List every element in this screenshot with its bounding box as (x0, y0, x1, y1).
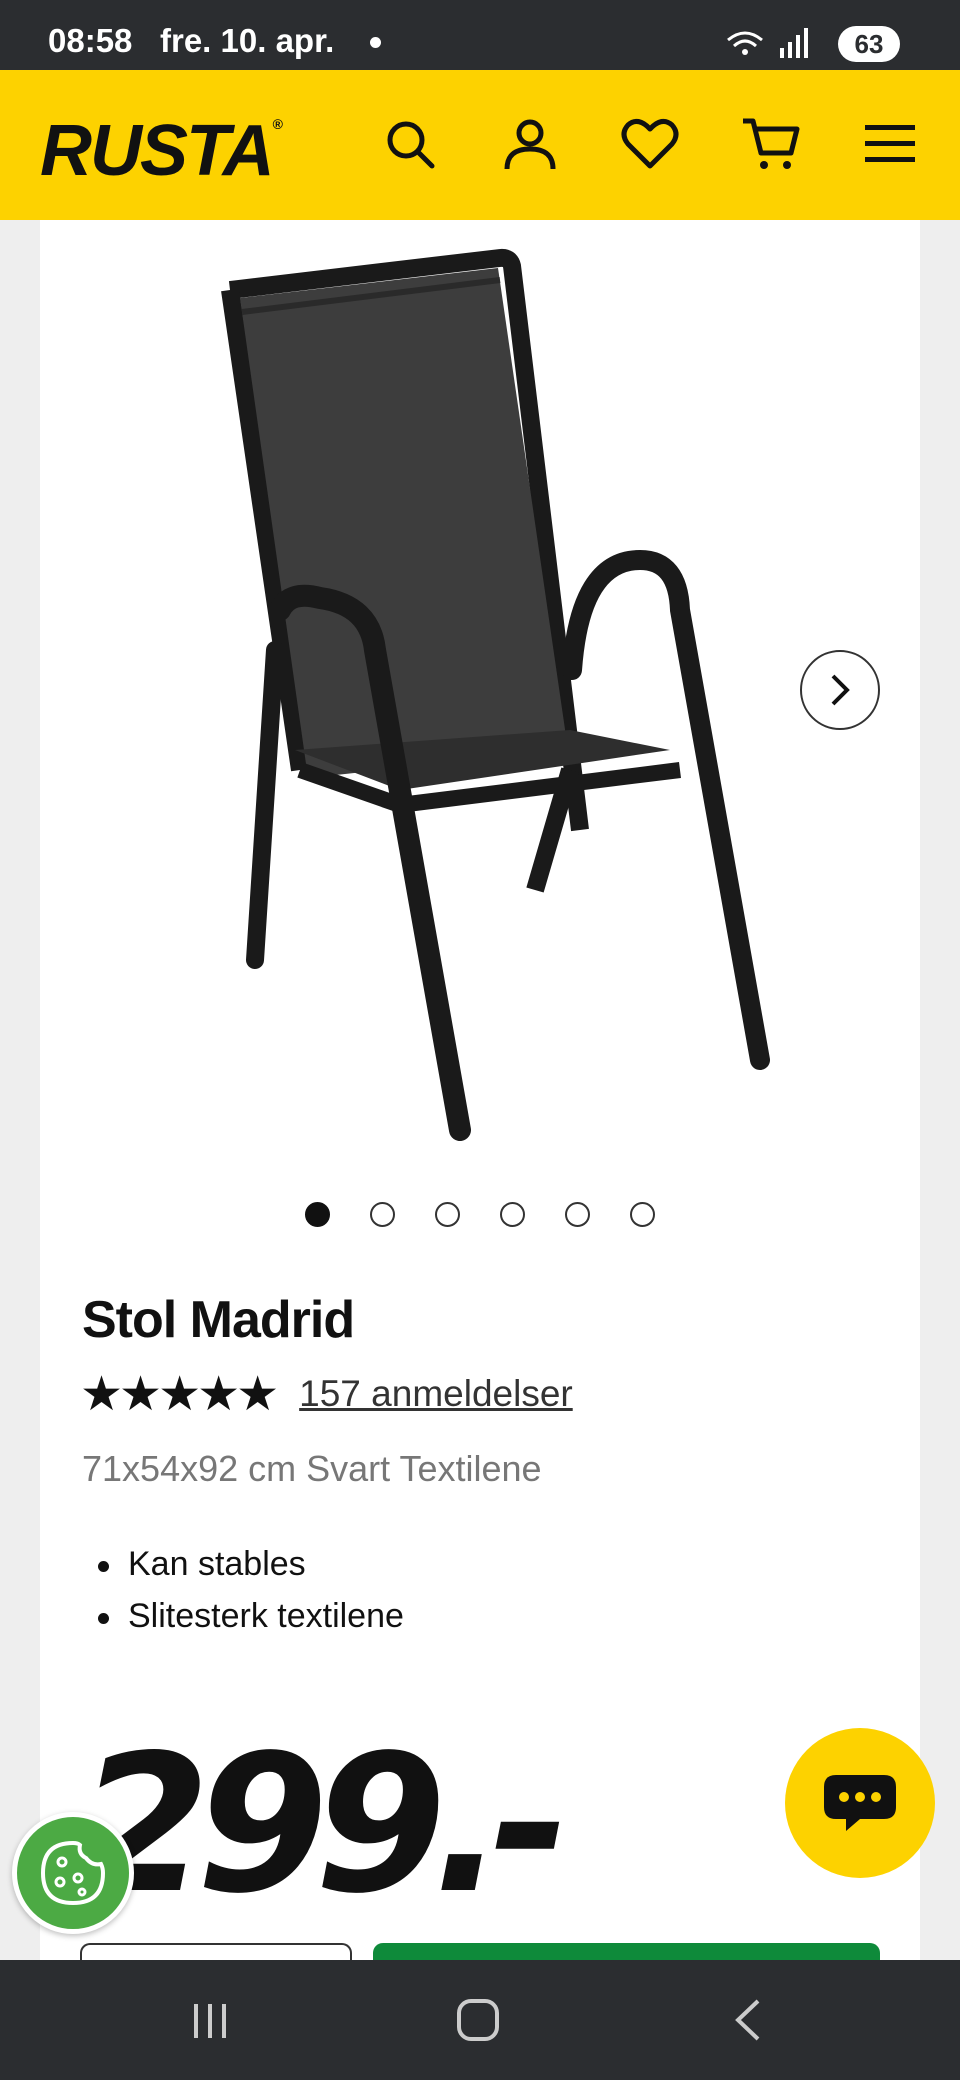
cookie-icon (40, 1840, 106, 1906)
product-subtitle: 71x54x92 cm Svart Textilene (82, 1448, 542, 1489)
chat-icon (824, 1775, 896, 1831)
feature-item: Slitesterk textilene (98, 1597, 404, 1649)
system-nav-bar (0, 1960, 960, 2080)
home-icon[interactable] (448, 1990, 508, 2050)
status-bar: 08:58 fre. 10. apr. 63 (0, 0, 960, 70)
gallery-dot[interactable] (370, 1202, 395, 1227)
gallery-dot[interactable] (565, 1202, 590, 1227)
product-price: 299.- (78, 1714, 570, 1935)
signal-icon (727, 28, 808, 58)
rating-stars: ★★★★★ (80, 1366, 279, 1422)
chat-button[interactable] (785, 1728, 935, 1878)
menu-icon[interactable] (858, 112, 922, 176)
secondary-button[interactable] (80, 1943, 352, 1960)
reviews-link[interactable]: 157 anmeldelser (299, 1373, 573, 1415)
cookie-settings-button[interactable] (12, 1812, 134, 1934)
cart-icon[interactable] (738, 112, 802, 176)
product-page: Stol Madrid ★★★★★ 157 anmeldelser 71x54x… (40, 220, 920, 1960)
search-icon[interactable] (378, 112, 442, 176)
account-icon[interactable] (498, 112, 562, 176)
status-date: fre. 10. apr. (160, 22, 335, 59)
status-time: 08:58 (48, 22, 133, 59)
heart-icon[interactable] (618, 112, 682, 176)
gallery-dot[interactable] (305, 1202, 330, 1227)
gallery-pagination (305, 1202, 655, 1227)
battery-indicator: 63 (838, 26, 900, 62)
gallery-dot[interactable] (435, 1202, 460, 1227)
notification-dot (370, 37, 381, 48)
gallery-next-button[interactable] (800, 650, 880, 730)
add-to-cart-button[interactable] (373, 1943, 880, 1960)
product-image[interactable] (200, 230, 860, 1170)
feature-item: Kan stables (98, 1545, 404, 1597)
site-header: RUSTA® (0, 70, 960, 220)
recent-apps-icon[interactable] (180, 1990, 240, 2050)
chevron-right-icon (831, 674, 850, 706)
gallery-dot[interactable] (500, 1202, 525, 1227)
rusta-logo[interactable]: RUSTA® (40, 110, 283, 192)
feature-list: Kan stables Slitesterk textilene (98, 1545, 404, 1649)
product-rating: ★★★★★ 157 anmeldelser (80, 1370, 573, 1418)
product-title: Stol Madrid (82, 1291, 355, 1349)
gallery-dot[interactable] (630, 1202, 655, 1227)
back-icon[interactable] (718, 1990, 778, 2050)
